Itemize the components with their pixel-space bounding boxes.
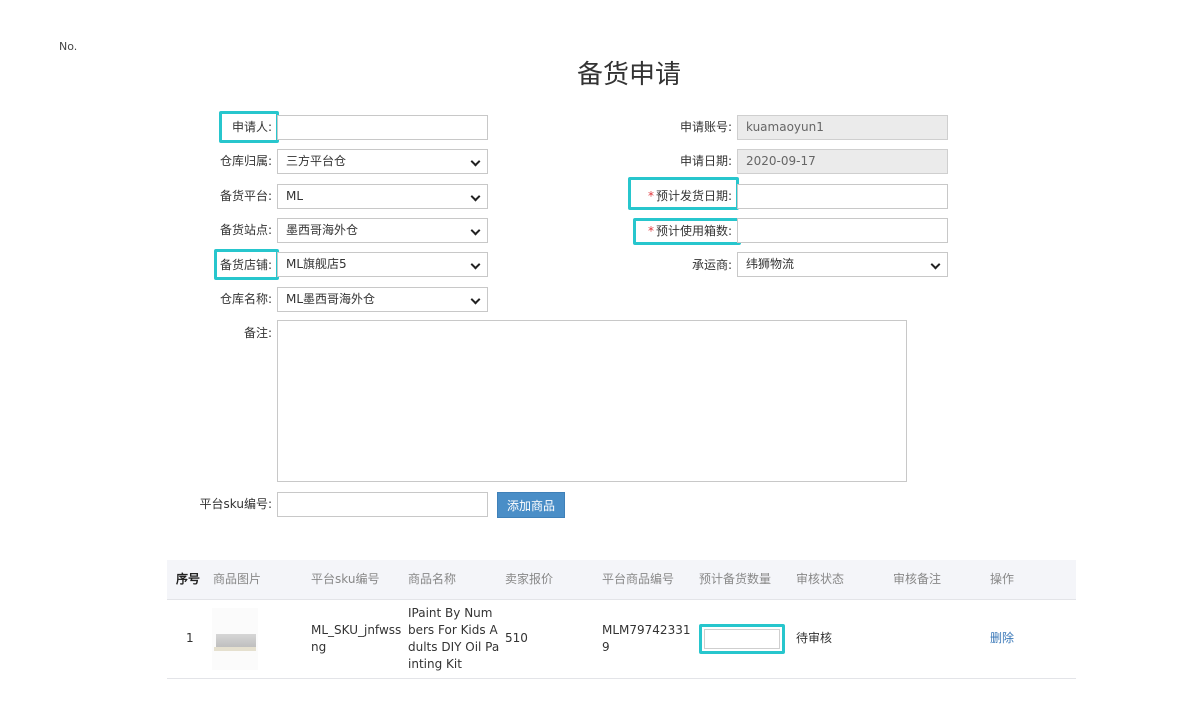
- row-product-name-line: dults DIY Oil Pa: [408, 640, 500, 654]
- ship-date-label-text: 预计发货日期:: [655, 189, 732, 203]
- row-platform-no-line: 9: [602, 640, 610, 654]
- col-header-action: 操作: [990, 572, 1015, 586]
- required-mark: *: [647, 189, 654, 203]
- carrier-select[interactable]: 纬狮物流: [737, 252, 948, 277]
- doc-number-label: No.: [59, 40, 78, 53]
- col-header-status: 审核状态: [796, 572, 845, 586]
- row-product-name: IPaint By Num bers For Kids A dults DIY …: [408, 605, 499, 673]
- product-image-base: [214, 647, 256, 651]
- store-label: 备货店铺:: [219, 258, 272, 272]
- col-header-price: 卖家报价: [505, 572, 554, 586]
- col-header-index: 序号: [176, 572, 201, 586]
- qty-input[interactable]: [699, 624, 785, 654]
- delete-link[interactable]: 删除: [990, 630, 1014, 647]
- sku-label: 平台sku编号:: [199, 497, 272, 511]
- platform-label: 备货平台:: [219, 189, 272, 203]
- col-header-image: 商品图片: [213, 572, 262, 586]
- account-label: 申请账号:: [679, 120, 732, 134]
- row-index: 1: [186, 631, 194, 645]
- applicant-label: 申请人:: [231, 120, 272, 134]
- ship-date-label: * 预计发货日期:: [620, 186, 732, 206]
- col-header-qty: 预计备货数量: [699, 572, 772, 586]
- row-product-name-line: inting Kit: [408, 657, 462, 671]
- row-product-name-line: bers For Kids A: [408, 623, 498, 637]
- sku-input[interactable]: [277, 492, 488, 517]
- add-product-button[interactable]: 添加商品: [497, 492, 565, 518]
- warehouse-owner-select[interactable]: 三方平台仓: [277, 149, 488, 174]
- col-header-audit-remark: 审核备注: [893, 572, 942, 586]
- box-count-label: * 预计使用箱数:: [620, 221, 732, 241]
- platform-select[interactable]: ML: [277, 184, 488, 209]
- page-title: 备货申请: [576, 60, 681, 90]
- warehouse-name-select[interactable]: ML墨西哥海外仓: [277, 287, 488, 312]
- col-header-sku: 平台sku编号: [311, 572, 380, 586]
- site-select[interactable]: 墨西哥海外仓: [277, 218, 488, 243]
- table-row: 1 ML_SKU_jnfwss ng IPaint By Num bers Fo…: [167, 600, 1076, 679]
- remark-label: 备注:: [243, 326, 272, 340]
- apply-date-label: 申请日期:: [679, 154, 732, 168]
- row-product-name-line: IPaint By Num: [408, 606, 493, 620]
- remark-textarea[interactable]: [277, 320, 907, 482]
- row-platform-no-line: MLM79742331: [602, 623, 691, 637]
- row-platform-no: MLM79742331 9: [602, 622, 690, 656]
- site-label: 备货站点:: [219, 223, 272, 237]
- store-select[interactable]: ML旗舰店5: [277, 252, 488, 277]
- row-sku: ML_SKU_jnfwss ng: [311, 622, 401, 656]
- col-header-name: 商品名称: [408, 572, 457, 586]
- apply-date-input: 2020-09-17: [737, 149, 948, 174]
- col-header-platform-no: 平台商品编号: [602, 572, 675, 586]
- box-count-input[interactable]: [737, 218, 948, 243]
- table-header: 序号 商品图片 平台sku编号 商品名称 卖家报价 平台商品编号 预计备货数量 …: [167, 560, 1076, 600]
- warehouse-owner-label: 仓库归属:: [219, 154, 272, 168]
- applicant-input[interactable]: [277, 115, 488, 140]
- account-input: kuamaoyun1: [737, 115, 948, 140]
- row-price: 510: [505, 631, 528, 645]
- ship-date-input[interactable]: [737, 184, 948, 209]
- product-image: [212, 608, 258, 670]
- row-sku-line: ng: [311, 640, 327, 654]
- qty-input-field[interactable]: [704, 629, 780, 649]
- product-image-canvas: [216, 634, 256, 648]
- carrier-label: 承运商:: [691, 258, 732, 272]
- row-status: 待审核: [796, 631, 833, 645]
- row-sku-line: ML_SKU_jnfwss: [311, 623, 402, 637]
- required-mark: *: [647, 224, 654, 238]
- warehouse-name-label: 仓库名称:: [219, 292, 272, 306]
- box-count-label-text: 预计使用箱数:: [655, 224, 732, 238]
